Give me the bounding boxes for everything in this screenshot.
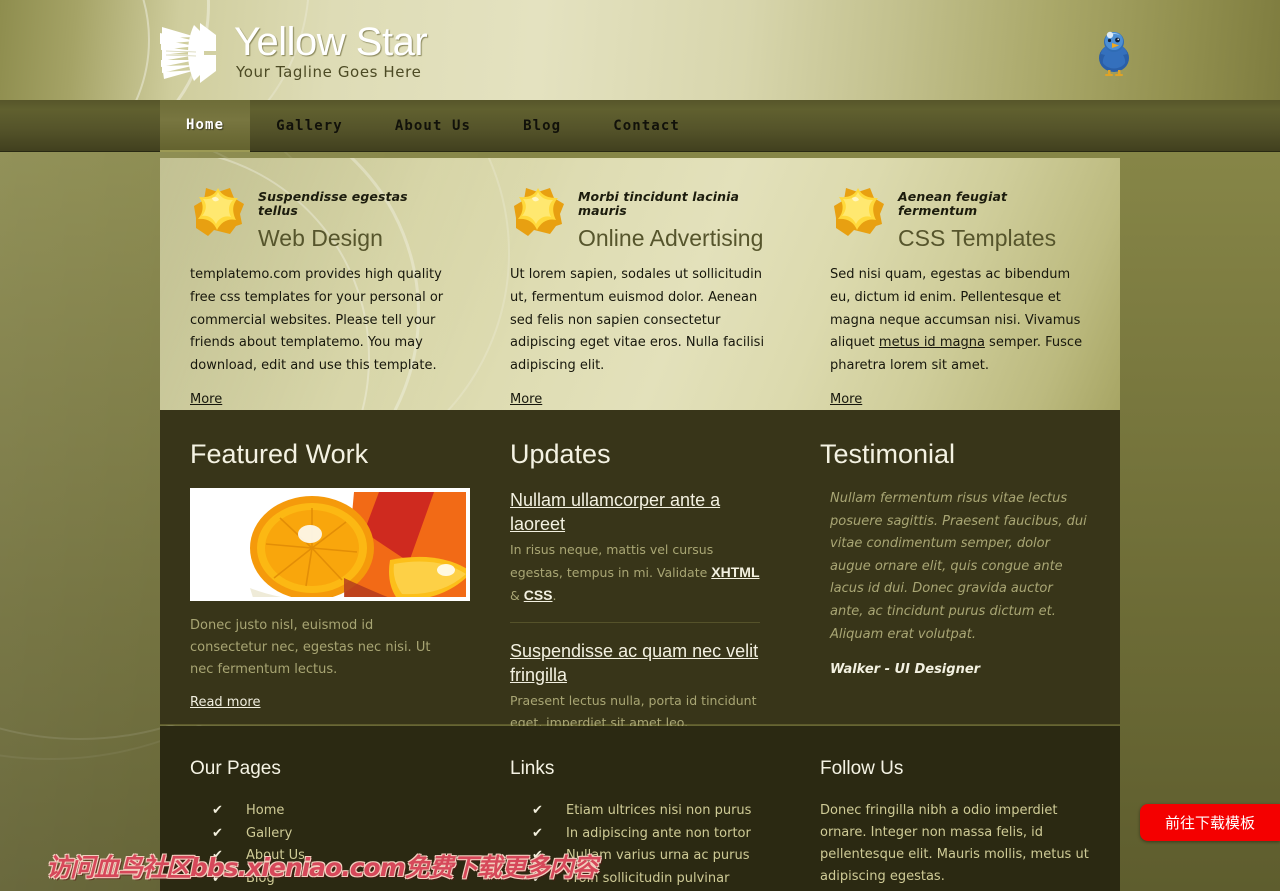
- check-icon: ✔: [532, 803, 543, 818]
- testimonial-author: Walker - UI Designer: [830, 662, 981, 678]
- featured-work-heading: Featured Work: [190, 439, 369, 469]
- feature-inline-link[interactable]: metus id magna: [879, 335, 985, 350]
- feature-more-link[interactable]: More: [510, 392, 542, 407]
- check-icon: ✔: [212, 848, 223, 864]
- list-item[interactable]: ✔ In adipiscing ante non tortor: [532, 823, 760, 846]
- xhtml-validate-link[interactable]: XHTML: [711, 564, 759, 580]
- footer-our-pages-list: ✔ Home ✔ Gallery ✔ About Us ✔ Blog: [190, 800, 450, 890]
- main-content-section: Featured Work Donec justo nisl, euismod …: [160, 410, 1120, 785]
- list-item-label: Etiam ultrices nisi non purus: [566, 803, 752, 818]
- list-item-label: About Us: [246, 848, 305, 864]
- site-logo[interactable]: Yellow Star Your Tagline Goes Here: [160, 18, 428, 85]
- css-validate-link[interactable]: CSS: [524, 587, 553, 603]
- check-icon: ✔: [532, 848, 543, 864]
- list-item[interactable]: ✔ Nullam varius urna ac purus: [532, 845, 760, 868]
- feature-subtitle: Morbi tincidunt lacinia mauris: [578, 189, 740, 218]
- list-item-label: Proin sollicitudin pulvinar velit: [566, 870, 730, 886]
- testimonial-heading: Testimonial: [820, 439, 956, 469]
- featured-work-caption: Donec justo nisl, euismod id consectetur…: [190, 618, 431, 677]
- testimonial-quote: Nullam fermentum risus vitae lectus posu…: [830, 491, 1087, 642]
- main-navigation-bar: Home Gallery About Us Blog Contact: [0, 100, 1280, 152]
- list-item-label: Home: [246, 803, 285, 818]
- feature-body: Sed nisi quam, egestas ac bibendum eu, d…: [830, 264, 1090, 378]
- feature-subtitle: Aenean feugiat fermentum: [898, 189, 1008, 218]
- featured-work-thumbnail[interactable]: [190, 488, 470, 601]
- feature-more-link[interactable]: More: [190, 392, 222, 407]
- update-title-link[interactable]: Nullam ullamcorper ante a laoreet: [510, 488, 760, 536]
- footer-follow-us-column: Follow Us Donec fringilla nibh a odio im…: [790, 758, 1120, 891]
- feature-column-web-design: Suspendisse egestas tellus Web Design te…: [160, 186, 480, 407]
- update-text-pre: In risus neque, mattis vel cursus egesta…: [510, 542, 714, 580]
- nav-item-about-us[interactable]: About Us: [369, 100, 497, 152]
- nav-item-home[interactable]: Home: [160, 100, 251, 152]
- list-item-label: Blog: [246, 870, 275, 886]
- footer-links-column: Links ✔ Etiam ultrices nisi non purus ✔ In…: [480, 758, 790, 891]
- features-panel: Suspendisse egestas tellus Web Design te…: [160, 158, 1120, 410]
- list-item[interactable]: ✔ Etiam ultrices nisi non purus: [532, 800, 760, 823]
- site-footer: Our Pages ✔ Home ✔ Gallery ✔ About Us ✔ Blog…: [160, 726, 1120, 891]
- yellow-star-icon: [190, 186, 248, 242]
- footer-our-pages-heading: Our Pages: [190, 758, 281, 779]
- feature-more-link[interactable]: More: [830, 392, 862, 407]
- feature-body-pre: Ut lorem sapien, sodales ut sollicitudin…: [510, 267, 765, 374]
- check-icon: ✔: [532, 870, 543, 886]
- list-item[interactable]: ✔ Home: [212, 800, 450, 823]
- blue-bird-mascot-icon: [1093, 28, 1135, 76]
- updates-heading: Updates: [510, 439, 611, 469]
- update-title-link[interactable]: Suspendisse ac quam nec velit fringilla: [510, 639, 760, 687]
- page-root: Yellow Star Your Tagline Goes Here Home …: [0, 0, 1280, 891]
- update-item: Nullam ullamcorper ante a laoreet In ris…: [510, 488, 760, 623]
- feature-body: templatemo.com provides high quality fre…: [190, 264, 450, 378]
- footer-links-list: ✔ Etiam ultrices nisi non purus ✔ In adipi…: [510, 800, 760, 891]
- download-template-button[interactable]: 前往下载模板: [1140, 804, 1280, 841]
- check-icon: ✔: [212, 825, 223, 841]
- feature-title: CSS Templates: [898, 225, 1057, 251]
- featured-work-read-more-link[interactable]: Read more: [190, 695, 260, 710]
- list-item-label: In adipiscing ante non tortor: [566, 825, 751, 841]
- update-text-post: .: [552, 588, 557, 603]
- feature-title: Online Advertising: [578, 225, 764, 251]
- check-icon: ✔: [212, 803, 223, 818]
- footer-follow-us-text: Donec fringilla nibh a odio imperdiet or…: [820, 803, 1089, 884]
- star-burst-logo-icon: [160, 21, 222, 85]
- feature-title: Web Design: [258, 225, 383, 251]
- update-text-pre: Praesent lectus nulla, porta id tincidun…: [510, 693, 757, 730]
- check-icon: ✔: [212, 870, 223, 886]
- header-arc-decoration: [0, 0, 150, 100]
- nav-item-blog[interactable]: Blog: [497, 100, 587, 152]
- brand-tagline: Your Tagline Goes Here: [236, 63, 422, 81]
- footer-follow-us-heading: Follow Us: [820, 758, 904, 779]
- list-item-label: Gallery: [246, 825, 293, 841]
- footer-links-heading: Links: [510, 758, 555, 779]
- update-text-mid: &: [510, 588, 524, 603]
- footer-our-pages-column: Our Pages ✔ Home ✔ Gallery ✔ About Us ✔ Blog: [160, 758, 480, 891]
- list-item[interactable]: ✔ Gallery: [212, 823, 450, 846]
- update-text: In risus neque, mattis vel cursus egesta…: [510, 539, 760, 607]
- yellow-star-icon: [830, 186, 888, 242]
- list-item[interactable]: ✔ Proin sollicitudin pulvinar velit: [532, 868, 760, 891]
- main-navigation: Home Gallery About Us Blog Contact: [160, 100, 706, 152]
- list-item-label: Nullam varius urna ac purus: [566, 848, 750, 864]
- feature-body-pre: templatemo.com provides high quality fre…: [190, 267, 444, 374]
- yellow-star-icon: [510, 186, 568, 242]
- nav-item-contact[interactable]: Contact: [587, 100, 706, 152]
- feature-subtitle: Suspendisse egestas tellus: [258, 189, 408, 218]
- check-icon: ✔: [532, 825, 543, 841]
- nav-item-gallery[interactable]: Gallery: [250, 100, 369, 152]
- feature-column-css-templates: Aenean feugiat fermentum CSS Templates S…: [800, 186, 1120, 407]
- list-item[interactable]: ✔ About Us: [212, 845, 450, 868]
- brand-title: Yellow Star: [234, 20, 428, 64]
- list-item[interactable]: ✔ Blog: [212, 868, 450, 891]
- feature-column-online-advertising: Morbi tincidunt lacinia mauris Online Ad…: [480, 186, 800, 407]
- site-header: Yellow Star Your Tagline Goes Here: [0, 0, 1280, 100]
- feature-body: Ut lorem sapien, sodales ut sollicitudin…: [510, 264, 770, 378]
